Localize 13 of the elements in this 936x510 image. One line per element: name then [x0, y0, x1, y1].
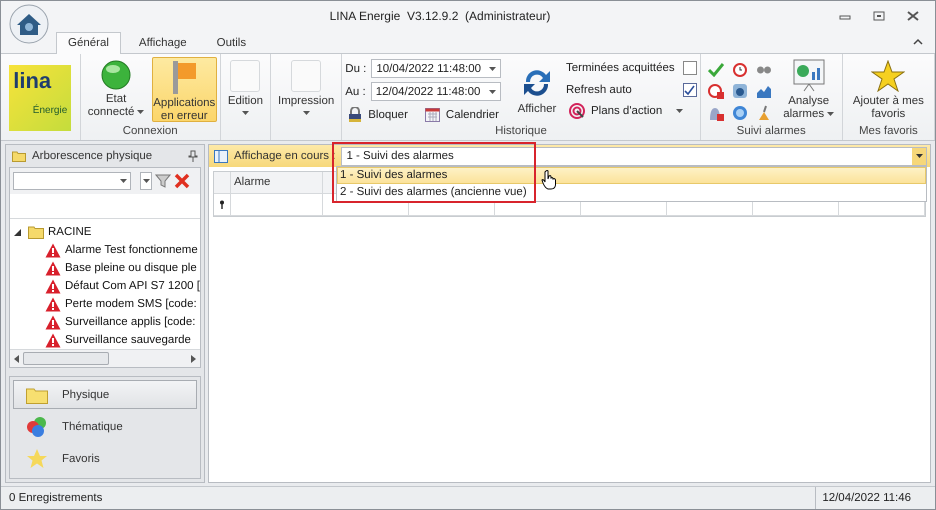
option-label: Refresh auto [566, 84, 632, 96]
option-label: Terminées acquittées [566, 62, 675, 74]
to-label: Au : [345, 86, 366, 98]
lina-logo: lina Énergie [9, 65, 72, 131]
record-count: 0 Enregistrements [8, 492, 104, 504]
from-label: Du : [345, 62, 366, 74]
status-datetime: 12/04/2022 11:46 [815, 487, 935, 509]
panel-title: Arborescence physique [32, 150, 154, 162]
window-title: LINA Energie V3.12.9.2 (Administrateur) [328, 9, 552, 23]
group-label: Historique [494, 124, 548, 139]
group-label: Mes favoris [858, 124, 919, 139]
group-label: Connexion [122, 124, 179, 139]
group-label: Suivi alarmes [736, 124, 807, 139]
